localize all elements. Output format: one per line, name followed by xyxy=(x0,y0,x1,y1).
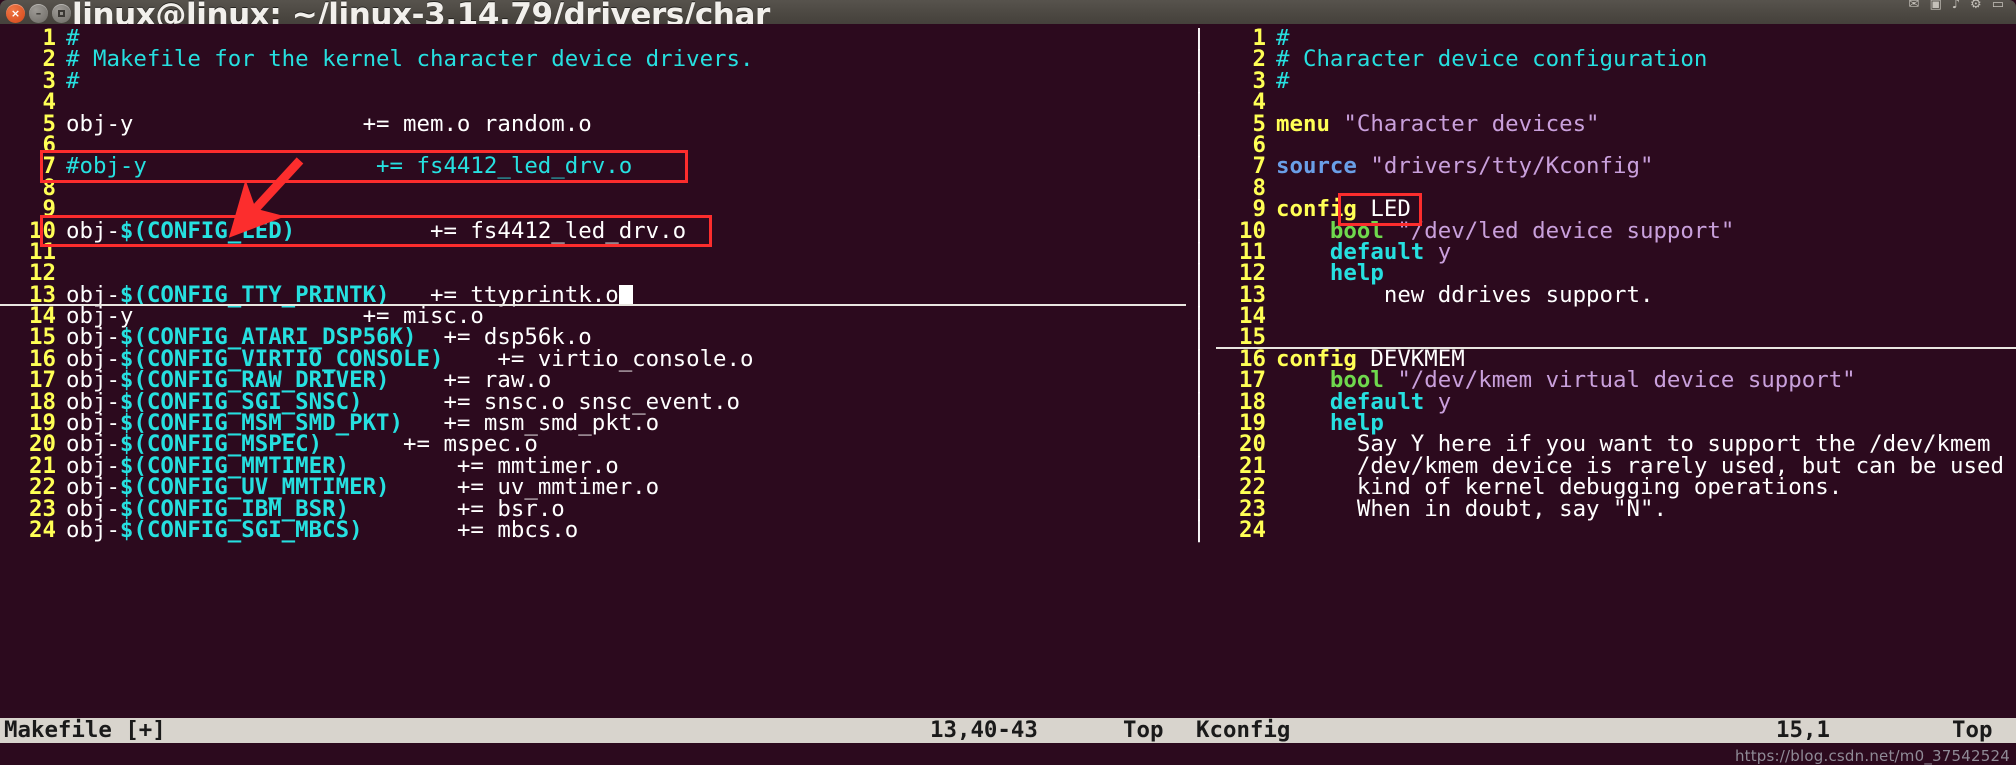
code-token: When in doubt, say "N". xyxy=(1276,495,1667,522)
code-token: obj- xyxy=(66,516,120,543)
code-text: obj-y += mem.o random.o xyxy=(66,111,592,137)
code-line[interactable]: 14 xyxy=(1212,305,2016,328)
code-line[interactable]: 5 menu "Character devices" xyxy=(1212,111,2016,137)
code-token: new ddrives support. xyxy=(1276,281,1654,308)
code-token: # xyxy=(1276,67,1290,94)
code-text: # Makefile for the kernel character devi… xyxy=(66,46,754,72)
code-line[interactable]: 24 obj-$(CONFIG_SGI_MBCS) += mbcs.o xyxy=(0,516,1186,543)
statusline-left-filename: Makefile [+] xyxy=(4,718,166,743)
right-pane-rule xyxy=(1216,347,2016,349)
vim-pane-kconfig[interactable]: 1 #2 # Character device configuration 3 #4 5 m… xyxy=(1212,24,2016,718)
code-token: "drivers/tty/Kconfig" xyxy=(1370,153,1654,180)
maximize-icon[interactable] xyxy=(52,4,71,23)
code-token: obj- xyxy=(66,217,120,244)
code-text: obj-$(CONFIG_SGI_MBCS) += mbcs.o xyxy=(66,517,578,543)
code-text: When in doubt, say "N". xyxy=(1276,496,1667,522)
code-line[interactable]: 5 obj-y += mem.o random.o xyxy=(0,111,1186,137)
window-controls[interactable]: × – xyxy=(6,4,71,23)
code-line[interactable]: 8 xyxy=(0,176,1186,199)
code-token: # xyxy=(66,67,80,94)
code-token: "Character devices" xyxy=(1343,110,1600,137)
maximize-square-icon xyxy=(58,10,65,17)
statusline-right-filename: Kconfig xyxy=(1196,718,1291,743)
vim-pane-makefile[interactable]: 1 #2 # Makefile for the kernel character d… xyxy=(0,24,1186,718)
tray-network-icon[interactable]: ▣ xyxy=(1929,0,1941,11)
code-line[interactable]: 3 # xyxy=(0,68,1186,94)
close-icon[interactable]: × xyxy=(6,4,25,23)
tray-battery-icon[interactable]: ▭ xyxy=(1992,0,2004,11)
vim-command-line: -- INSERT -- xyxy=(0,743,2016,765)
tray-settings-icon[interactable]: ⚙ xyxy=(1970,0,1982,11)
code-line[interactable]: 3 # xyxy=(1212,68,2016,94)
code-token: menu xyxy=(1276,110,1330,137)
text-cursor xyxy=(618,284,633,307)
statusline-left-scroll: Top xyxy=(1123,718,1164,743)
system-tray[interactable]: ✉ ▣ ♪ ⚙ ▭ xyxy=(1909,0,2004,12)
code-text: source "drivers/tty/Kconfig" xyxy=(1276,153,1653,179)
vim-statusline: Makefile [+] 13,40-43 Top Kconfig 15,1 T… xyxy=(0,718,2016,743)
code-token: y xyxy=(1437,238,1452,265)
code-token: += mbcs.o xyxy=(362,516,579,543)
line-number: 24 xyxy=(29,516,56,543)
statusline-right-scroll: Top xyxy=(1952,718,1993,743)
vertical-split-separator: | | | | | | | | | | | | | | | | | | | | … xyxy=(1192,25,1206,544)
code-line[interactable]: 13 new ddrives support. xyxy=(1212,281,2016,308)
watermark-url: https://blog.csdn.net/m0_37542524 xyxy=(1734,747,2010,765)
code-token: += mem.o random.o xyxy=(133,110,592,137)
code-token: source xyxy=(1276,153,1357,180)
code-text: #obj-y += fs4412_led_drv.o xyxy=(66,153,632,179)
code-text: menu "Character devices" xyxy=(1276,111,1600,137)
code-line[interactable]: 2 # Character device configuration xyxy=(1212,46,2016,72)
code-token: obj-y xyxy=(66,110,134,137)
code-text: obj-$(CONFIG_LED) += fs4412_led_drv.o xyxy=(66,218,686,244)
code-line[interactable]: 24 xyxy=(1212,516,2016,543)
code-token: # Character device configuration xyxy=(1276,46,1708,73)
code-token: += fs4412_led_drv.o xyxy=(295,217,687,244)
tray-mail-icon[interactable]: ✉ xyxy=(1909,0,1920,11)
code-text: # xyxy=(1276,68,1289,94)
terminal-window: × – linux@linux: ~/linux-3.14.79/drivers… xyxy=(0,0,2016,765)
code-token: #obj-y += fs4412_led_drv.o xyxy=(66,153,633,180)
statusline-left-position: 13,40-43 xyxy=(930,718,1038,743)
code-token: $(CONFIG_SGI_MBCS) xyxy=(119,516,363,543)
code-line[interactable]: 2 # Makefile for the kernel character dev… xyxy=(0,46,1186,72)
tray-volume-icon[interactable]: ♪ xyxy=(1952,0,1960,11)
code-token: # Makefile for the kernel character devi… xyxy=(66,46,754,73)
vim-split-panes: 1 #2 # Makefile for the kernel character d… xyxy=(0,24,2016,718)
code-line[interactable]: 7 #obj-y += fs4412_led_drv.o xyxy=(0,153,1186,179)
code-line[interactable]: 10 obj-$(CONFIG_LED) += fs4412_led_drv.o xyxy=(0,218,1186,244)
code-text: # Character device configuration xyxy=(1276,46,1707,72)
terminal-body[interactable]: 1 #2 # Makefile for the kernel character d… xyxy=(0,24,2016,765)
code-token: y xyxy=(1437,388,1452,415)
code-text: # xyxy=(66,68,79,94)
line-number: 24 xyxy=(1239,516,1266,543)
code-line[interactable]: 11 xyxy=(0,240,1186,263)
minimize-icon[interactable]: – xyxy=(29,4,48,23)
code-token: "/dev/kmem virtual device support" xyxy=(1397,367,1856,394)
statusline-right-position: 15,1 xyxy=(1776,718,1830,743)
code-line[interactable]: 7 source "drivers/tty/Kconfig" xyxy=(1212,153,2016,179)
code-token: $(CONFIG_LED) xyxy=(119,217,296,244)
code-text: new ddrives support. xyxy=(1276,281,1654,308)
left-pane-cursorline-rule xyxy=(0,304,1186,307)
code-line[interactable]: 23 When in doubt, say "N". xyxy=(1212,496,2016,522)
